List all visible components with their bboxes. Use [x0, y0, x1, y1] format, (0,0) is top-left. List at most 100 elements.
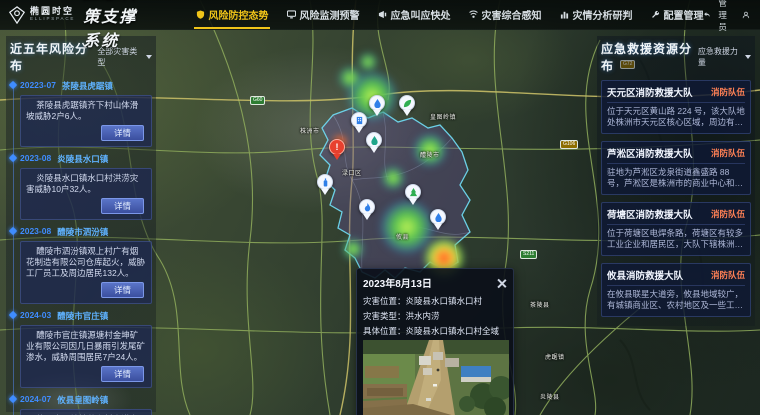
rescue-team-name: 荷塘区消防救援大队: [607, 207, 693, 221]
ellipspace-logo-icon: [8, 6, 26, 24]
timeline-dot: [9, 227, 17, 235]
map-marker-alert[interactable]: !: [329, 139, 345, 155]
logo-cn-text: 椭圆时空: [30, 7, 75, 16]
road-badge: G106: [560, 140, 578, 149]
rescue-team-desc: 位于荷塘区电焊条路，荷塘区有较多工业企业和居民区，大队下辖株洲市荷塘区向阳消防救…: [607, 228, 745, 250]
rescue-card[interactable]: 芦淞区消防救援大队 消防队伍 驻地为芦淞区龙泉街道鑫盛路 88 号，芦淞区是株洲…: [601, 141, 751, 195]
exclamation-icon: !: [336, 143, 339, 152]
user-area: 管理员: [703, 0, 760, 33]
disaster-photo: [363, 340, 509, 415]
map-marker-flood[interactable]: [369, 95, 385, 111]
map-label: 虎踞镇: [545, 352, 565, 361]
risk-date: 2023-08: [20, 226, 51, 238]
map-label: 皇图岭镇: [430, 112, 456, 121]
map-marker-water[interactable]: [366, 132, 382, 148]
leaf-icon: [403, 99, 412, 108]
detail-button[interactable]: 详情: [101, 125, 144, 141]
risk-town[interactable]: 炎陵县水口镇: [57, 153, 108, 165]
risk-desc: 醴陵市泗汾镇观上村广有烟花制造有限公司仓库起火，威胁工厂员工及周边居民132人。: [26, 246, 146, 279]
road-badge: G60: [250, 96, 265, 105]
timeline-dot: [9, 154, 17, 162]
rescue-card[interactable]: 荷塘区消防救援大队 消防队伍 位于荷塘区电焊条路，荷塘区有较多工业企业和居民区，…: [601, 202, 751, 256]
rescue-team-desc: 位于天元区黄山路 224 号，该大队地处株洲市天元区核心区域，周边有众多商业中心…: [607, 106, 745, 128]
rescue-card[interactable]: 攸县消防救援大队 消防队伍 在攸县联星大道旁，攸县地域较广，有城镇商业区、农村地…: [601, 263, 751, 317]
water-drop-icon: [370, 136, 379, 145]
logo-en-text: ELLIPSPACE: [30, 17, 75, 22]
tab-emergency-response[interactable]: 应急叫应快处: [378, 0, 450, 29]
popup-row: 具体位置：炎陵县水口镇水口村全域: [363, 325, 507, 337]
rescue-team-tag: 消防队伍: [711, 147, 745, 159]
rescue-card[interactable]: 天元区消防救援大队 消防队伍 位于天元区黄山路 224 号，该大队地处株洲市天元…: [601, 80, 751, 134]
detail-button[interactable]: 详情: [101, 366, 144, 382]
map-marker-facility[interactable]: [351, 112, 367, 128]
right-panel-title: 应急救援资源分布: [601, 40, 698, 74]
map-marker-forest[interactable]: [405, 184, 421, 200]
chevron-down-icon: [745, 55, 751, 59]
map-label: 株洲市: [300, 126, 320, 135]
rescue-team-name: 天元区消防救援大队: [607, 85, 693, 99]
bar-chart-icon: [560, 10, 569, 19]
user-name: 管理员: [718, 0, 735, 33]
map-marker-extinguisher[interactable]: [317, 174, 333, 190]
logo: 椭圆时空 ELLIPSPACE: [0, 6, 75, 24]
close-icon[interactable]: [497, 278, 507, 288]
map-marker-flood2[interactable]: [430, 209, 446, 225]
risk-desc: 炎陵县水口镇水口村洪涝灾害威胁10户32人。: [26, 173, 146, 195]
main-nav: 风险防控态势 风险监测预警 应急叫应快处 灾害综合感知 灾情分析研判 配置管理: [196, 0, 703, 29]
map-label: 茶陵县: [530, 300, 550, 309]
rescue-team-desc: 在攸县联星大道旁，攸县地域较广，有城镇商业区、农村地区及一些工业企业，大队负责攸…: [607, 289, 745, 311]
risk-town[interactable]: 醴陵市官庄镇: [57, 310, 108, 322]
region-boundary: [320, 108, 470, 278]
tree-icon: [409, 188, 418, 197]
risk-card: 茶陵县虎踞镇齐下村山体滑坡威胁2户6人。 详情: [20, 95, 152, 147]
list-item: 2024-03 醴陵市官庄镇 醴陵市官庄镇源塘村金坤矿业有限公司因几日暴雨引发尾…: [20, 310, 152, 388]
tab-disaster-analysis[interactable]: 灾情分析研判: [560, 0, 632, 29]
risk-town[interactable]: 攸县皇图岭镇: [57, 394, 108, 406]
tab-configuration[interactable]: 配置管理: [651, 0, 703, 29]
page-title: 应急决策支撑系统: [83, 0, 144, 51]
detail-button[interactable]: 详情: [101, 282, 144, 298]
map-marker-fire[interactable]: [359, 199, 375, 215]
popup-date: 2023年8月13日: [363, 275, 432, 290]
rescue-team-tag: 消防队伍: [711, 269, 745, 281]
detail-button[interactable]: 详情: [101, 198, 144, 214]
list-item: 2023-08 醴陵市泗汾镇 醴陵市泗汾镇观上村广有烟花制造有限公司仓库起火，威…: [20, 226, 152, 304]
rescue-team-tag: 消防队伍: [711, 86, 745, 98]
shield-icon: [196, 10, 205, 19]
risk-date: 20223-07: [20, 80, 56, 92]
monitor-icon: [287, 10, 296, 19]
wrench-icon: [651, 10, 660, 19]
map-label: 醴陵市: [420, 150, 440, 159]
tab-risk-monitoring[interactable]: 风险监测预警: [287, 0, 359, 29]
tab-risk-prevention[interactable]: 风险防控态势: [196, 0, 268, 29]
list-item: 20223-07 茶陵县虎踞镇 茶陵县虎踞镇齐下村山体滑坡威胁2户6人。 详情: [20, 80, 152, 147]
top-header: 椭圆时空 ELLIPSPACE 应急决策支撑系统 风险防控态势 风险监测预警 应…: [0, 0, 760, 30]
rescue-team-desc: 驻地为芦淞区龙泉街道鑫盛路 88 号，芦淞区是株洲市的商业中心和老城区，服装市场…: [607, 167, 745, 189]
road-badge: S211: [520, 250, 537, 259]
chevron-down-icon: [146, 55, 152, 59]
risk-desc: 茶陵县虎踞镇齐下村山体滑坡威胁2户6人。: [26, 100, 146, 122]
risk-card: 炎陵县水口镇水口村洪涝灾害威胁10户32人。 详情: [20, 168, 152, 220]
map-label: 攸县: [396, 232, 409, 241]
map-label: 渌口区: [342, 168, 362, 177]
risk-distribution-panel: 近五年风险分布 全部灾害类型 20223-07 茶陵县虎踞镇 茶陵县虎踞镇齐下村…: [6, 36, 156, 412]
risk-desc: 醴陵市官庄镇源塘村金坤矿业有限公司因几日暴雨引发尾矿渗水，威胁周围居民7户24人…: [26, 330, 146, 363]
list-item: 2024-07 攸县皇图岭镇 攸县皇图岭镇共和村山洪灾害威胁4户15人。 详情: [20, 394, 152, 415]
user-icon[interactable]: [742, 9, 750, 21]
risk-town[interactable]: 茶陵县虎踞镇: [62, 80, 113, 92]
risk-card: 醴陵市官庄镇源塘村金坤矿业有限公司因几日暴雨引发尾矿渗水，威胁周围居民7户24人…: [20, 325, 152, 388]
popup-row: 灾害位置：炎陵县水口镇水口村: [363, 295, 507, 307]
risk-town[interactable]: 醴陵市泗汾镇: [57, 226, 108, 238]
rescue-resources-panel: 应急救援资源分布 应急救援力量 天元区消防救援大队 消防队伍 位于天元区黄山路 …: [597, 36, 755, 326]
rescue-team-tag: 消防队伍: [711, 208, 745, 220]
rescue-force-filter[interactable]: 应急救援力量: [698, 46, 751, 68]
risk-timeline: 20223-07 茶陵县虎踞镇 茶陵县虎踞镇齐下村山体滑坡威胁2户6人。 详情 …: [10, 80, 152, 415]
tab-disaster-sensing[interactable]: 灾害综合感知: [469, 0, 541, 29]
risk-card: 醴陵市泗汾镇观上村广有烟花制造有限公司仓库起火，威胁工厂员工及周边居民132人。…: [20, 241, 152, 304]
megaphone-icon: [378, 10, 387, 19]
map-marker-eco[interactable]: [399, 95, 415, 111]
timeline-dot: [9, 395, 17, 403]
undo-arrow-icon[interactable]: [703, 9, 711, 21]
radar-icon: [469, 10, 478, 19]
map-label: 炎陵县: [540, 392, 560, 401]
